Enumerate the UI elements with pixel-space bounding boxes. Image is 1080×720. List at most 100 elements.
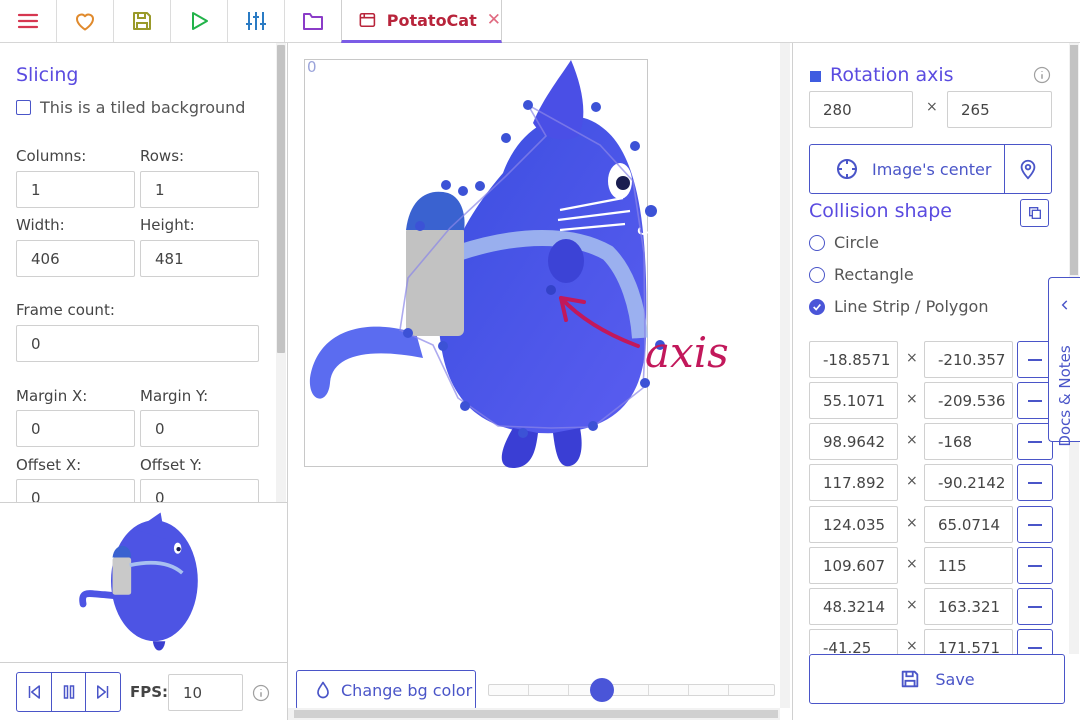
scrollbar-thumb[interactable]: [1070, 45, 1078, 275]
zoom-tick: [568, 685, 569, 695]
image-center-button[interactable]: Image's center: [809, 144, 1005, 194]
animation-preview: [0, 502, 287, 662]
slicing-title: Slicing: [16, 64, 79, 86]
pause-button[interactable]: [52, 673, 87, 711]
rows-label: Rows:: [140, 147, 185, 165]
point-y-input[interactable]: -168: [924, 423, 1013, 460]
texture-canvas[interactable]: 0 axis Change bg color: [288, 43, 792, 720]
rows-input[interactable]: 1: [140, 171, 259, 208]
point-y-input[interactable]: -210.357: [924, 341, 1013, 378]
height-input[interactable]: 481: [140, 240, 259, 277]
offset-x-input[interactable]: 0: [16, 479, 135, 502]
tab-potatocat[interactable]: PotatoCat ✕: [341, 0, 502, 43]
scrollbar-thumb[interactable]: [277, 45, 285, 353]
frame-count-label: Frame count:: [16, 301, 115, 319]
rotation-x-input[interactable]: 280: [809, 91, 913, 128]
toolbar: PotatoCat ✕: [0, 0, 1080, 43]
play-icon: [192, 12, 208, 30]
tab-close-icon[interactable]: ✕: [487, 10, 501, 30]
point-x-input[interactable]: 117.892: [809, 464, 898, 501]
checkbox-box[interactable]: [16, 100, 31, 115]
margin-y-input[interactable]: 0: [140, 410, 259, 447]
shape-option-label: Rectangle: [834, 265, 914, 284]
point-x-input[interactable]: 55.1071: [809, 382, 898, 419]
folder-icon: [303, 13, 323, 30]
zoom-slider-knob[interactable]: [590, 678, 614, 702]
copy-shape-button[interactable]: [1020, 199, 1049, 227]
scrollbar-thumb[interactable]: [294, 710, 778, 718]
floppy-icon: [133, 12, 151, 30]
slicing-scroll-area: Slicing This is a tiled background Colum…: [0, 43, 287, 502]
margin-x-input[interactable]: 0: [16, 410, 135, 447]
remove-point-button[interactable]: [1017, 464, 1053, 501]
tiled-background-checkbox[interactable]: This is a tiled background: [16, 98, 245, 117]
radio-button[interactable]: [809, 266, 825, 283]
collision-shape-title: Collision shape: [809, 200, 952, 222]
point-y-input[interactable]: 115: [924, 547, 1013, 584]
info-icon[interactable]: [252, 684, 270, 702]
next-frame-button[interactable]: [86, 673, 120, 711]
save-button[interactable]: Save: [809, 654, 1065, 704]
point-row: 117.892 × -90.2142: [793, 464, 1069, 501]
times-separator: ×: [906, 556, 918, 572]
columns-input[interactable]: 1: [16, 171, 135, 208]
canvas-vertical-scrollbar[interactable]: [780, 43, 790, 708]
radio-button[interactable]: [809, 234, 825, 251]
fps-input[interactable]: 10: [168, 674, 243, 711]
point-x-input[interactable]: -18.8571: [809, 341, 898, 378]
image-center-label: Image's center: [872, 159, 992, 179]
remove-point-button[interactable]: [1017, 629, 1053, 654]
point-x-input[interactable]: 124.035: [809, 506, 898, 543]
times-separator: ×: [906, 515, 918, 531]
save-project-button[interactable]: [114, 0, 171, 42]
shape-option-polygon[interactable]: Line Strip / Polygon: [809, 297, 988, 316]
shape-option-rectangle[interactable]: Rectangle: [809, 265, 914, 284]
rotation-axis-marker-icon: [810, 71, 821, 82]
change-bg-color-button[interactable]: Change bg color: [296, 670, 476, 710]
zoom-slider[interactable]: [488, 678, 775, 702]
point-y-input[interactable]: -90.2142: [924, 464, 1013, 501]
launch-button[interactable]: [171, 0, 228, 42]
offset-y-input[interactable]: 0: [140, 479, 259, 502]
point-x-input[interactable]: -41.25: [809, 629, 898, 654]
heart-icon: [76, 13, 94, 31]
times-separator: ×: [906, 638, 918, 654]
shape-option-circle[interactable]: Circle: [809, 233, 879, 252]
remove-point-button[interactable]: [1017, 588, 1053, 625]
info-icon[interactable]: [1033, 66, 1051, 84]
like-button[interactable]: [57, 0, 114, 42]
minus-icon: [1028, 481, 1042, 484]
zoom-tick: [688, 685, 689, 695]
point-x-input[interactable]: 109.607: [809, 547, 898, 584]
skip-back-icon: [28, 685, 40, 699]
previous-frame-button[interactable]: [17, 673, 52, 711]
zoom-tick: [528, 685, 529, 695]
rotation-y-input[interactable]: 265: [947, 91, 1052, 128]
zoom-slider-track[interactable]: [488, 684, 775, 696]
frame-count-input[interactable]: 0: [16, 325, 259, 362]
menu-button[interactable]: [0, 0, 57, 42]
docs-notes-tab[interactable]: Docs & Notes: [1048, 277, 1080, 447]
floppy-icon: [902, 670, 919, 688]
tab-label: PotatoCat: [386, 10, 477, 30]
width-input[interactable]: 406: [16, 240, 135, 277]
settings-button[interactable]: [228, 0, 285, 42]
assets-button[interactable]: [285, 0, 342, 42]
point-y-input[interactable]: 171.571: [924, 629, 1013, 654]
point-y-input[interactable]: -209.536: [924, 382, 1013, 419]
point-y-input[interactable]: 163.321: [924, 588, 1013, 625]
point-y-input[interactable]: 65.0714: [924, 506, 1013, 543]
height-label: Height:: [140, 216, 195, 234]
zoom-tick: [648, 685, 649, 695]
remove-point-button[interactable]: [1017, 547, 1053, 584]
radio-button-checked[interactable]: [809, 298, 825, 315]
pick-point-button[interactable]: [1004, 144, 1052, 194]
point-x-input[interactable]: 48.3214: [809, 588, 898, 625]
remove-point-button[interactable]: [1017, 506, 1053, 543]
point-row: 48.3214 × 163.321: [793, 588, 1069, 625]
canvas-horizontal-scrollbar[interactable]: [288, 708, 780, 720]
point-row: -18.8571 × -210.357: [793, 341, 1069, 378]
point-x-input[interactable]: 98.9642: [809, 423, 898, 460]
times-separator: ×: [906, 350, 918, 366]
slicing-scrollbar[interactable]: [276, 43, 286, 502]
